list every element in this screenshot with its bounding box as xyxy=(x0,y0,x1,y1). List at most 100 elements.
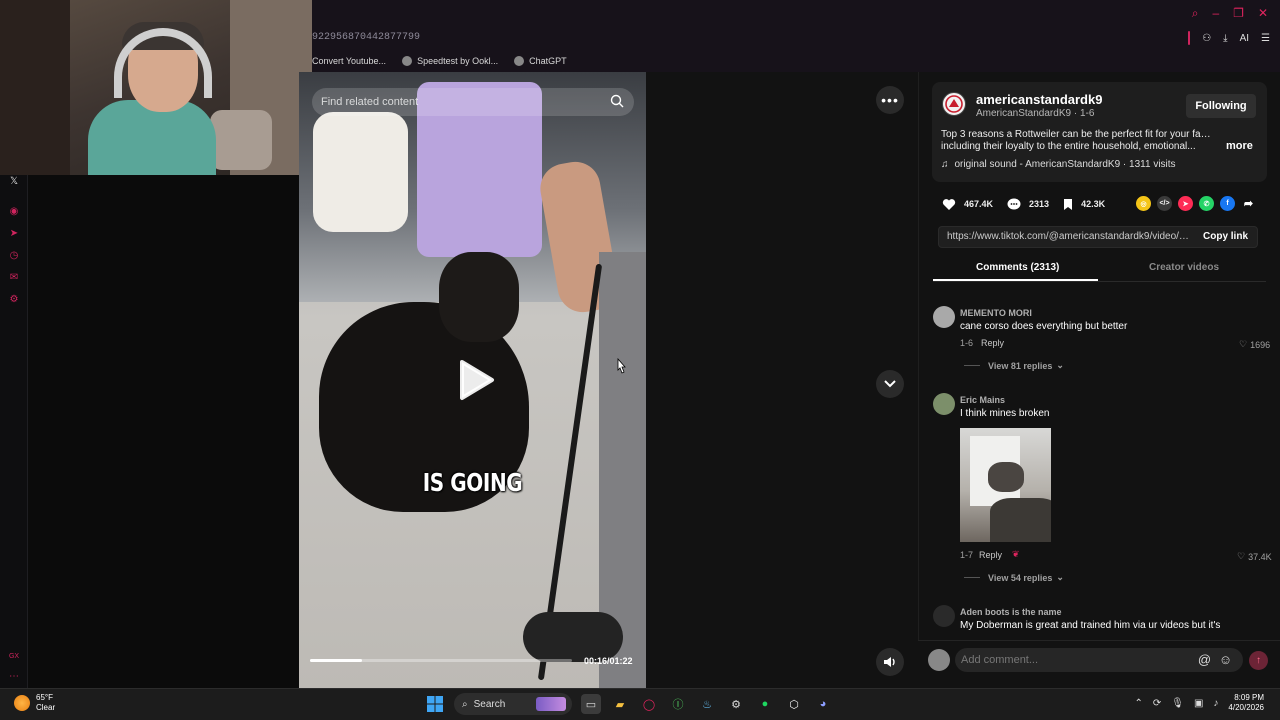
restore-icon[interactable]: ❐ xyxy=(1233,6,1244,21)
comment-like-button[interactable]: ♡ 37.4K xyxy=(1237,551,1272,562)
more-description-button[interactable]: more xyxy=(1226,140,1253,152)
discord-icon[interactable]: ◕ xyxy=(813,694,833,714)
avatar[interactable] xyxy=(933,605,955,627)
author-username[interactable]: americanstandardk9 xyxy=(976,92,1102,107)
x-icon[interactable]: 𝕏 xyxy=(8,175,20,187)
related-search-input[interactable]: Find related content xyxy=(312,88,634,116)
whatsapp-icon[interactable]: ✆ xyxy=(1199,196,1214,211)
app-green-icon[interactable]: Ⓘ xyxy=(668,694,688,714)
taskbar-search[interactable]: ⌕ Search xyxy=(454,693,572,715)
avatar[interactable] xyxy=(933,306,955,328)
gx-label[interactable]: GX xyxy=(8,650,20,662)
chevron-up-icon[interactable]: ⌃ xyxy=(1134,698,1142,709)
reply-button[interactable]: Reply xyxy=(981,338,1004,348)
tab-comments[interactable]: Comments (2313) xyxy=(976,262,1059,273)
weather-widget[interactable]: 65°F Clear xyxy=(14,693,55,713)
webcam-shelf xyxy=(0,0,70,175)
chevron-down-icon: ⌄ xyxy=(1056,572,1064,582)
settings-icon[interactable]: ⚙ xyxy=(8,293,20,305)
webcam-overlay xyxy=(0,0,312,175)
more-icon[interactable]: ⋯ xyxy=(8,670,20,682)
video-time: 00:16/01:22 xyxy=(584,656,633,666)
search-icon[interactable]: ⌕ xyxy=(1192,6,1199,21)
post-comment-button[interactable]: ↑ xyxy=(1249,651,1268,670)
comment-button[interactable]: 2313 xyxy=(1007,198,1049,211)
repost-icon[interactable]: ◎ xyxy=(1136,196,1151,211)
send-icon[interactable]: ➤ xyxy=(8,227,20,239)
ellipsis-icon: ••• xyxy=(881,92,899,108)
next-video-button[interactable] xyxy=(876,370,904,398)
copy-link-button[interactable]: Copy link xyxy=(1203,231,1248,242)
task-view-icon[interactable]: ▭ xyxy=(581,694,601,714)
speaker-icon[interactable]: ♪ xyxy=(1213,698,1218,709)
menu-icon[interactable]: ☰ xyxy=(1261,33,1270,44)
volume-button[interactable] xyxy=(876,648,904,676)
comment-like-count: 37.4K xyxy=(1248,551,1272,562)
history-icon[interactable]: ◷ xyxy=(8,249,20,261)
sound-link[interactable]: ♫ original sound - AmericanStandardK9 · … xyxy=(941,159,1176,170)
download-icon[interactable]: ⤓ xyxy=(1223,33,1227,44)
share-arrow-icon[interactable]: ➦ xyxy=(1241,196,1256,211)
more-options-button[interactable]: ••• xyxy=(876,86,904,114)
avatar[interactable] xyxy=(928,649,950,671)
search-icon[interactable] xyxy=(610,94,624,108)
bookmark-convert-youtube[interactable]: Convert Youtube... xyxy=(312,56,386,66)
spotify-icon[interactable]: ● xyxy=(755,694,775,714)
divider-line xyxy=(964,365,980,366)
heart-outline-icon: ♡ xyxy=(1239,339,1248,349)
chat-icon[interactable]: ✉ xyxy=(8,271,20,283)
file-explorer-icon[interactable]: ▰ xyxy=(610,694,630,714)
browser-tools: ⚇ ⤓ AI ☰ xyxy=(1188,31,1270,45)
view-replies-button[interactable]: View 81 replies ⌄ xyxy=(964,360,1064,371)
opera-gx-icon[interactable]: ◯ xyxy=(639,694,659,714)
ai-label: AI xyxy=(1239,32,1250,44)
close-icon[interactable]: ✕ xyxy=(1258,6,1268,21)
ai-button[interactable]: AI xyxy=(1240,33,1249,44)
minimize-icon[interactable]: – xyxy=(1212,6,1219,21)
facebook-icon[interactable]: f xyxy=(1220,196,1235,211)
clock[interactable]: 8:09 PM 4/20/2026 xyxy=(1228,693,1264,713)
unity-icon[interactable]: ⬡ xyxy=(784,694,804,714)
comment-text: My Doberman is great and trained him via… xyxy=(960,620,1221,631)
save-button[interactable]: 42.3K xyxy=(1063,198,1105,211)
video-link-text[interactable]: https://www.tiktok.com/@americanstandard… xyxy=(947,231,1191,242)
comment-image[interactable] xyxy=(960,428,1051,542)
steam-icon[interactable]: ♨ xyxy=(697,694,717,714)
creator-liked-icon: ❦ xyxy=(1012,549,1020,559)
microphone-icon[interactable]: 🎙 xyxy=(1171,698,1184,709)
profile-icon[interactable]: ⚇ xyxy=(1202,33,1211,44)
avatar[interactable] xyxy=(933,393,955,415)
address-bar[interactable]: 922956870442877799 xyxy=(312,32,420,43)
comment-username[interactable]: Eric Mains xyxy=(960,395,1005,405)
embed-icon[interactable]: </> xyxy=(1157,196,1172,211)
weather-desc: Clear xyxy=(36,703,56,712)
circle-icon[interactable]: ◉ xyxy=(8,205,20,217)
view-replies-button[interactable]: View 54 replies ⌄ xyxy=(964,572,1064,583)
comment-image-dog xyxy=(988,462,1024,492)
author-avatar[interactable] xyxy=(942,92,966,116)
reply-button[interactable]: Reply xyxy=(979,550,1002,560)
following-button[interactable]: Following xyxy=(1186,94,1256,118)
mention-icon[interactable]: @ xyxy=(1197,652,1212,667)
start-button[interactable] xyxy=(425,694,445,714)
video-progress-bar[interactable] xyxy=(310,659,572,662)
gear-app-icon[interactable]: ⚙ xyxy=(726,694,746,714)
like-button[interactable]: 467.4K xyxy=(942,198,993,211)
sync-icon[interactable]: ⟳ xyxy=(1153,698,1161,709)
comment-placeholder: Add comment... xyxy=(961,654,1039,666)
search-icon: ⌕ xyxy=(462,698,468,710)
comment-username[interactable]: Aden boots is the name xyxy=(960,607,1062,617)
bookmark-speedtest[interactable]: Speedtest by Ookl... xyxy=(402,56,498,66)
author-subline: AmericanStandardK9 · 1-6 xyxy=(976,108,1095,119)
network-icon[interactable]: ▣ xyxy=(1194,698,1203,709)
send-to-friends-icon[interactable]: ➤ xyxy=(1178,196,1193,211)
emoji-icon[interactable]: ☺ xyxy=(1218,652,1233,667)
bookmark-chatgpt[interactable]: ChatGPT xyxy=(514,56,567,66)
tab-creator-videos[interactable]: Creator videos xyxy=(1149,262,1219,273)
video-dog-head xyxy=(439,252,519,342)
comment-like-button[interactable]: ♡ 1696 xyxy=(1239,339,1270,350)
save-count: 42.3K xyxy=(1081,199,1106,209)
play-icon[interactable] xyxy=(456,358,496,402)
share-options: ◎ </> ➤ ✆ f ➦ xyxy=(1136,196,1256,211)
comment-username[interactable]: MEMENTO MORI xyxy=(960,308,1032,318)
